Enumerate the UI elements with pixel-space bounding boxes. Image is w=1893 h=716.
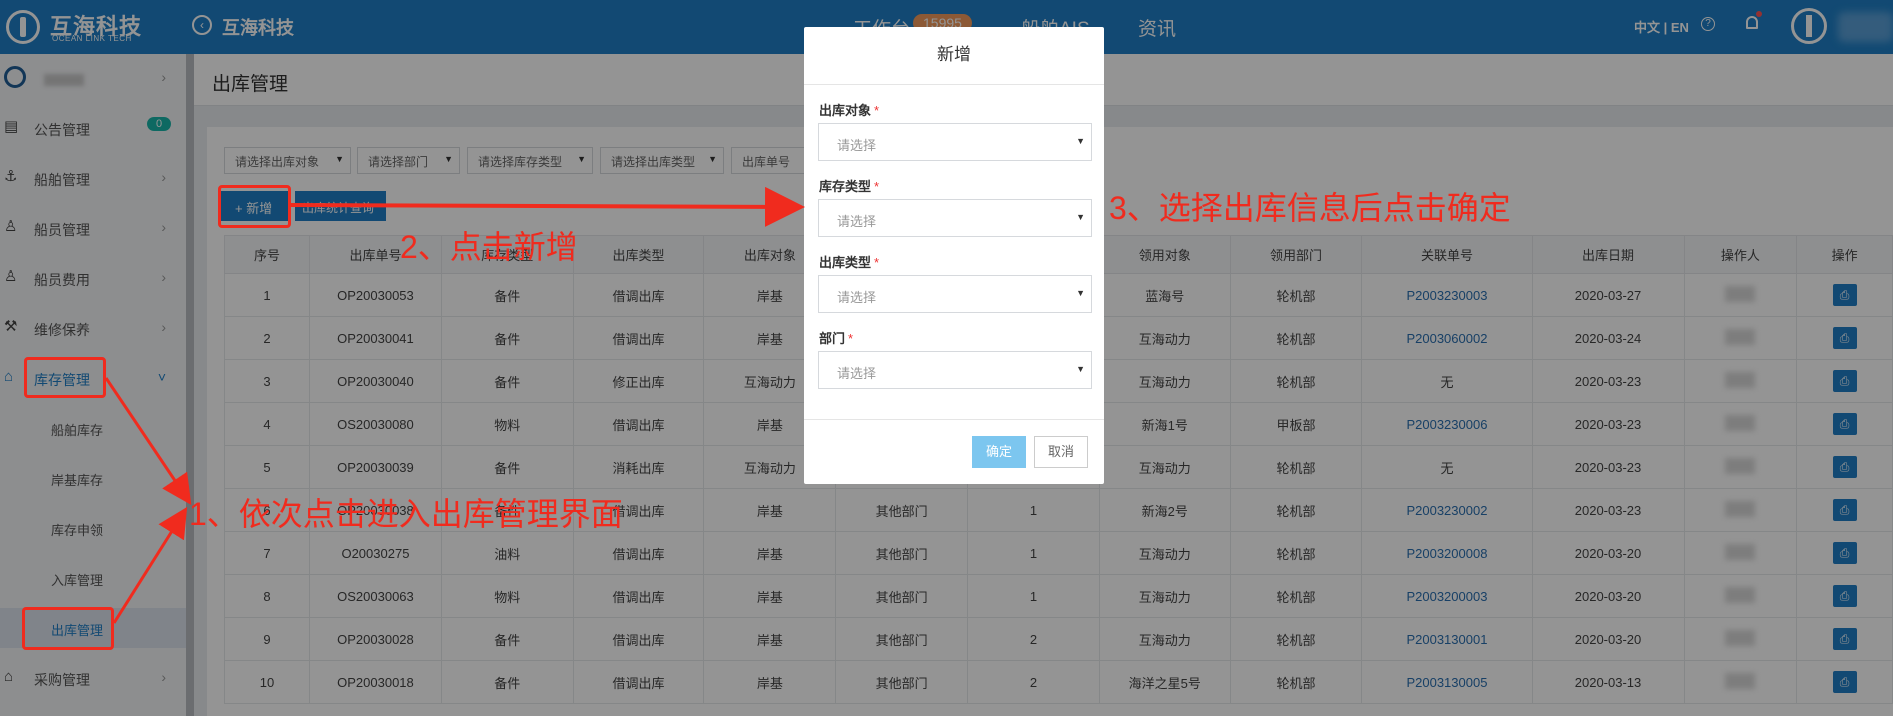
arrow-to-dialog — [290, 186, 805, 227]
annotation-step3: 3、选择出库信息后点击确定 — [1109, 190, 1511, 226]
annotation-arrows — [104, 186, 805, 624]
annotation-step1: 1、依次点击进入出库管理界面 — [189, 496, 623, 532]
annotation-step2: 2、点击新增 — [400, 229, 578, 265]
arrow-to-step1-from-stock-out — [112, 506, 188, 624]
arrow-to-step1-from-inventory — [104, 377, 192, 505]
